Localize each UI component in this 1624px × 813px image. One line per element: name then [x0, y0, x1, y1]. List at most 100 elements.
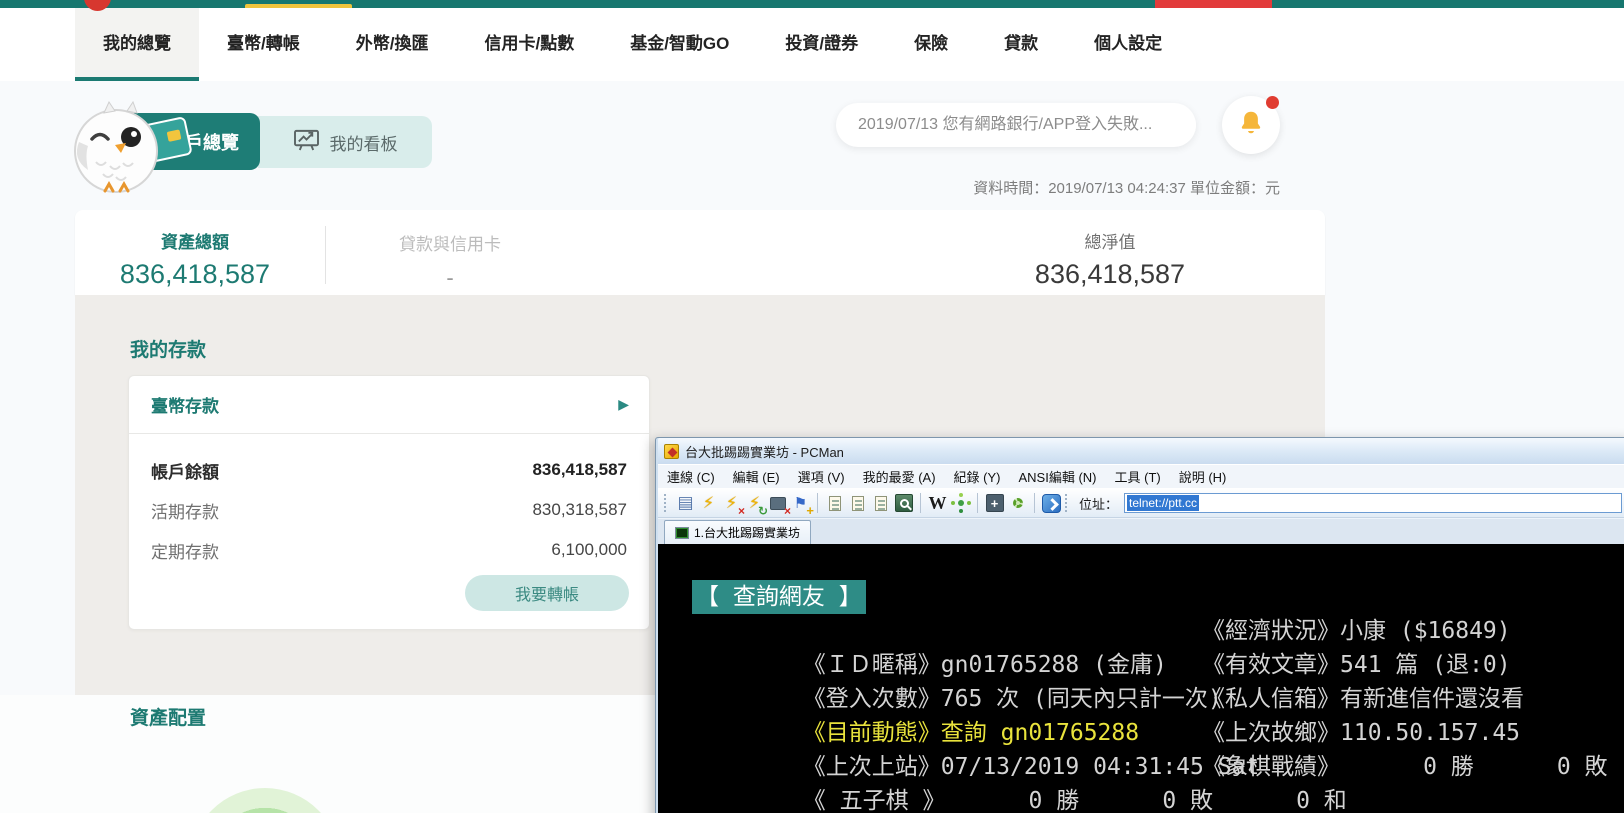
data-timestamp: 資料時間：2019/07/13 04:24:37 單位金額：元 [973, 177, 1280, 198]
pcman-window: 台大批踢踢實業坊 - PCMan 連線 (C) 編輯 (E) 選項 (V) 我的… [655, 437, 1624, 813]
terminal-row: 《ＩＤ暱稱》gn01765288 (金庸) 《經濟狀況》小康 ($16849) [692, 614, 1624, 648]
terminal-row: 《目前動態》查詢 gn01765288 《私人信箱》有新進信件還沒看 [692, 682, 1624, 716]
row-label: 定期存款 [151, 538, 219, 563]
connect-icon[interactable]: ⚡ [697, 492, 720, 515]
notification-badge [1266, 96, 1279, 109]
brand-accent-strip [245, 4, 352, 8]
terminal-header: 【 查詢網友 】 [692, 580, 866, 614]
menu-connection[interactable]: 連線 (C) [658, 467, 724, 486]
address-label: 位址： [1079, 494, 1118, 513]
asset-total-tab[interactable]: 資產總額 836,418,587 [75, 228, 315, 290]
terminal-cell: 《有效文章》541 篇 (退:0) [1202, 648, 1511, 682]
terminal-cell: 《私人信箱》有新進信件還沒看 [1202, 682, 1524, 716]
ansi-preview-icon[interactable] [892, 492, 915, 515]
reconnect-icon[interactable]: ⚡↻ [743, 492, 766, 515]
deposit-row-demand: 活期存款 830,318,587 [151, 490, 627, 530]
nav-tab-settings[interactable]: 個人設定 [1066, 8, 1190, 81]
nav-tab-twd-transfer[interactable]: 臺幣/轉帳 [199, 8, 328, 81]
terminal-cell: 《經濟狀況》小康 ($16849) [1202, 614, 1511, 648]
wikipedia-search-icon[interactable]: W [926, 492, 949, 515]
loan-credit-label: 貸款與信用卡 [330, 230, 570, 255]
copy-ansi-icon[interactable] [846, 492, 869, 515]
deposit-row-balance: 帳戶餘額 836,418,587 [151, 450, 627, 490]
toolbar-separator [920, 493, 921, 513]
terminal-row: 《上次上站》07/13/2019 04:31:45 Sat 《上次故鄉》110.… [692, 716, 1624, 750]
toolbar-separator [977, 493, 978, 513]
address-input[interactable]: telnet://ptt.cc [1124, 493, 1622, 513]
menu-ansi-edit[interactable]: ANSI編輯 (N) [1009, 467, 1105, 486]
top-brand-bar [0, 0, 1624, 8]
terminal-row: 《 五子棋 》 0 勝 0 敗 0 和 《象棋戰績》 0 勝 0 敗 [692, 750, 1624, 784]
pcman-app-icon [664, 444, 679, 459]
my-board-button[interactable]: 我的看板 [258, 116, 432, 168]
pcman-window-title: 台大批踢踢實業坊 - PCMan [685, 442, 844, 461]
pcman-titlebar[interactable]: 台大批踢踢實業坊 - PCMan [658, 438, 1624, 464]
dashboard-icon [293, 128, 320, 156]
toolbar-grip[interactable] [1065, 494, 1070, 512]
nav-tab-insurance[interactable]: 保險 [886, 8, 976, 81]
row-value: 836,418,587 [532, 460, 627, 480]
loan-credit-value: - [330, 265, 570, 291]
toolbar-separator [1034, 493, 1035, 513]
nav-tab-funds[interactable]: 基金/智動GO [602, 8, 757, 81]
paste-icon[interactable] [869, 492, 892, 515]
terminal-cell: 《上次故鄉》110.50.157.45 [1202, 716, 1520, 750]
terminal-row: 《登入次數》765 次 (同天內只計一次) 《有效文章》541 篇 (退:0) [692, 648, 1624, 682]
chevron-right-icon: ▶ [618, 396, 629, 413]
loan-credit-tab[interactable]: 貸款與信用卡 - [330, 230, 570, 291]
bbs-terminal: 【 查詢網友 】 《ＩＤ暱稱》gn01765288 (金庸) 《經濟狀況》小康 … [658, 544, 1624, 813]
copy-icon[interactable] [823, 492, 846, 515]
nav-tab-loan[interactable]: 貸款 [976, 8, 1066, 81]
dictionary-icon[interactable] [949, 492, 972, 515]
menu-help[interactable]: 說明 (H) [1170, 467, 1236, 486]
menu-tools[interactable]: 工具 (T) [1106, 467, 1170, 486]
nav-tab-investment[interactable]: 投資/證券 [757, 8, 886, 81]
net-worth-block: 總淨值 836,418,587 [960, 228, 1260, 290]
pcman-toolbar: ▤ ⚡ ⚡× ⚡↻ × ⚑+ W + 位址： telnet://ptt.cc [658, 488, 1624, 518]
menu-edit[interactable]: 編輯 (E) [724, 467, 789, 486]
bell-icon [1236, 108, 1266, 143]
settings-gear-icon[interactable] [1006, 492, 1029, 515]
twd-deposit-card: 臺幣存款 ▶ 帳戶餘額 836,418,587 活期存款 830,318,587… [128, 375, 650, 630]
screen: 我的總覽 臺幣/轉帳 外幣/換匯 信用卡/點數 基金/智動GO 投資/證券 保險… [0, 0, 1624, 813]
site-list-icon[interactable]: ▤ [674, 492, 697, 515]
deposit-row-time: 定期存款 6,100,000 [151, 530, 627, 570]
toolbar-grip[interactable] [664, 494, 669, 512]
pcman-home-icon[interactable] [1040, 492, 1063, 515]
menu-options[interactable]: 選項 (V) [789, 467, 854, 486]
disconnect-icon[interactable]: ⚡× [720, 492, 743, 515]
nav-tab-foreign-exchange[interactable]: 外幣/換匯 [328, 8, 457, 81]
deposits-section-title: 我的存款 [130, 335, 206, 362]
twd-deposit-label: 臺幣存款 [151, 392, 219, 417]
logout-button-strip[interactable] [1155, 0, 1272, 8]
my-board-label: 我的看板 [330, 130, 398, 155]
row-label: 活期存款 [151, 498, 219, 523]
bbs-session-tab[interactable]: 1.台大批踢踢實業坊 [664, 520, 811, 544]
add-bookmark-icon[interactable]: ⚑+ [789, 492, 812, 515]
nav-tab-overview[interactable]: 我的總覽 [75, 8, 199, 81]
divider [325, 226, 326, 284]
asset-total-value: 836,418,587 [75, 259, 315, 290]
transfer-button[interactable]: 我要轉帳 [465, 575, 629, 611]
menu-history[interactable]: 紀錄 (Y) [945, 467, 1010, 486]
pcman-tabbar: 1.台大批踢踢實業坊 [658, 518, 1624, 544]
asset-summary-card: 資產總額 836,418,587 貸款與信用卡 - 總淨值 836,418,58… [75, 210, 1325, 295]
twd-deposit-header[interactable]: 臺幣存款 ▶ [129, 376, 649, 434]
owl-mascot [68, 94, 198, 199]
notification-bubble[interactable]: 2019/07/13 您有網路銀行/APP登入失敗... [836, 103, 1196, 147]
toolbar-separator [817, 493, 818, 513]
row-value: 6,100,000 [551, 540, 627, 560]
main-nav: 我的總覽 臺幣/轉帳 外幣/換匯 信用卡/點數 基金/智動GO 投資/證券 保險… [0, 8, 1624, 81]
asset-total-label: 資產總額 [75, 228, 315, 253]
terminal-cell: 《 五子棋 》 0 勝 0 敗 0 和 [803, 788, 1347, 813]
pcman-menubar: 連線 (C) 編輯 (E) 選項 (V) 我的最愛 (A) 紀錄 (Y) ANS… [658, 464, 1624, 488]
terminal-icon [675, 527, 689, 539]
allocation-section-title: 資產配置 [130, 703, 206, 730]
menu-favorites[interactable]: 我的最愛 (A) [854, 467, 945, 486]
close-connection-icon[interactable]: × [766, 492, 789, 515]
terminal-cell: 《象棋戰績》 0 勝 0 敗 [1202, 750, 1608, 784]
nav-tab-credit-card[interactable]: 信用卡/點數 [456, 8, 602, 81]
address-value: telnet://ptt.cc [1127, 495, 1199, 511]
fullscreen-icon[interactable]: + [983, 492, 1006, 515]
row-label: 帳戶餘額 [151, 458, 219, 483]
